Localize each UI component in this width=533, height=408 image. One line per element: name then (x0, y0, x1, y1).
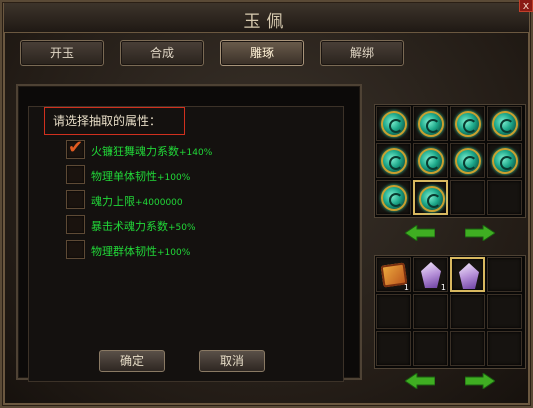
checkmark-icon: ✔ (68, 137, 84, 158)
jade-slot[interactable] (413, 143, 448, 178)
material-slot[interactable] (376, 331, 411, 366)
material-slot[interactable] (450, 257, 485, 292)
purple-crystal-icon (459, 263, 479, 289)
jade-pendant-icon (455, 148, 481, 174)
jade-slot[interactable] (413, 106, 448, 141)
jade-pendant-icon (419, 186, 445, 212)
attribute-label: 物理群体韧性+100% (91, 245, 191, 258)
attribute-label: 暴击术魂力系数+50% (91, 220, 196, 233)
tab-combine[interactable]: 合成 (120, 40, 204, 66)
jade-pendant-icon (381, 185, 407, 211)
material-next-page-icon[interactable] (465, 373, 495, 389)
material-slot[interactable] (450, 331, 485, 366)
tab-carve[interactable]: 雕琢 (220, 40, 304, 66)
material-slot[interactable] (413, 331, 448, 366)
jade-pendant-icon (418, 148, 444, 174)
jade-slot[interactable] (376, 106, 411, 141)
attribute-checkbox[interactable] (66, 165, 85, 184)
attribute-checkbox[interactable] (66, 190, 85, 209)
jade-pendant-icon (381, 148, 407, 174)
attribute-label: 火镰狂舞魂力系数+140% (91, 145, 213, 158)
confirm-button[interactable]: 确定 (99, 350, 165, 372)
jade-slot[interactable] (487, 143, 522, 178)
jade-slot[interactable] (450, 143, 485, 178)
material-slot[interactable] (487, 331, 522, 366)
jade-pendant-icon (492, 111, 518, 137)
jade-prev-page-icon[interactable] (405, 225, 435, 241)
purple-crystal-icon (421, 262, 441, 288)
jade-pendant-icon (418, 111, 444, 137)
cancel-button[interactable]: 取消 (199, 350, 265, 372)
material-prev-page-icon[interactable] (405, 373, 435, 389)
material-slot[interactable] (450, 294, 485, 329)
attribute-label: 物理单体韧性+100% (91, 170, 191, 183)
tab-open-jade[interactable]: 开玉 (20, 40, 104, 66)
attribute-checkbox[interactable]: ✔ (66, 137, 85, 159)
jade-slot[interactable] (487, 106, 522, 141)
tab-unbind[interactable]: 解绑 (320, 40, 404, 66)
material-slot[interactable] (376, 294, 411, 329)
attribute-checkbox[interactable] (66, 215, 85, 234)
jade-slot[interactable] (450, 106, 485, 141)
attribute-checkbox[interactable] (66, 240, 85, 259)
material-slot[interactable] (413, 294, 448, 329)
jade-pendant-icon (381, 111, 407, 137)
jade-pendant-icon (492, 148, 518, 174)
close-button[interactable]: x (519, 0, 533, 12)
material-slot[interactable] (487, 257, 522, 292)
select-attribute-prompt: 请选择抽取的属性： (44, 107, 185, 135)
jade-slot[interactable] (450, 180, 485, 215)
jade-slot[interactable] (487, 180, 522, 215)
item-count: 1 (440, 283, 446, 292)
material-slot[interactable] (487, 294, 522, 329)
jade-slot[interactable] (376, 143, 411, 178)
jade-pendant-icon (455, 111, 481, 137)
window-title: 玉佩 (243, 12, 290, 32)
material-slot[interactable]: 1 (376, 257, 411, 292)
item-count: 1 (403, 283, 409, 292)
jade-slot[interactable] (413, 180, 448, 215)
title-bar[interactable]: 玉佩 (4, 3, 529, 33)
attribute-label: 魂力上限+4000000 (91, 195, 183, 208)
material-slot[interactable]: 1 (413, 257, 448, 292)
jade-next-page-icon[interactable] (465, 225, 495, 241)
jade-slot[interactable] (376, 180, 411, 215)
